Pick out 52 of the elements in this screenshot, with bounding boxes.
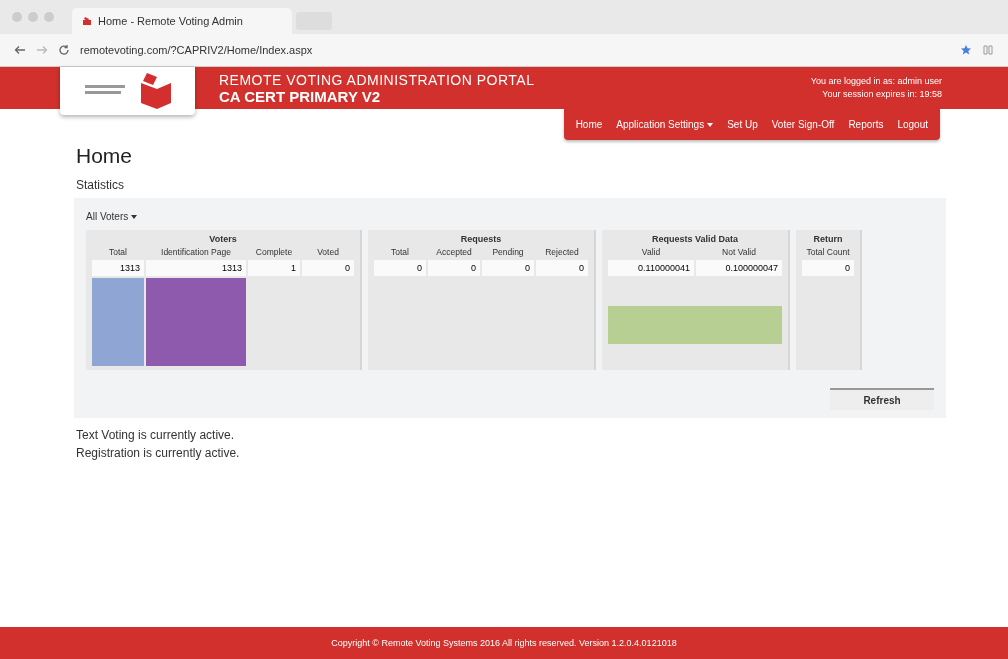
table-cell: 0	[482, 260, 534, 276]
group-header: Return	[812, 234, 844, 244]
table-cell: 0	[302, 260, 354, 276]
column-header: Total Count	[805, 247, 851, 257]
copyright-text: Copyright © Remote Voting Systems 2016 All rights reserved. Version 1.2.0.4.0121018	[331, 638, 677, 648]
reload-icon[interactable]	[58, 44, 70, 56]
column-header: Total	[108, 247, 128, 257]
ballot-box-icon	[82, 16, 92, 26]
caret-icon	[131, 215, 138, 220]
column-header: Voted	[316, 247, 340, 257]
filter-dropdown[interactable]: All Voters	[86, 211, 138, 222]
column-header: Valid	[640, 247, 662, 257]
column-header: Accepted	[435, 247, 473, 257]
column-header: Identification Page	[160, 247, 232, 257]
star-icon[interactable]	[960, 44, 972, 56]
election-name: CA CERT PRIMARY V2	[219, 87, 382, 105]
portal-title: REMOTE VOTING ADMINISTRATION PORTAL	[219, 71, 536, 88]
nav-link[interactable]: Home	[575, 119, 603, 130]
column-header: Not Valid	[721, 247, 757, 257]
nav-link[interactable]: Logout	[897, 119, 928, 130]
login-info: You are logged in as: admin user	[810, 75, 942, 88]
group-header: Requests	[459, 234, 503, 244]
table-cell: 0	[374, 260, 426, 276]
forward-icon[interactable]	[36, 45, 48, 55]
table-cell: 1313	[92, 260, 144, 276]
table-cell: 0.110000041	[608, 260, 694, 276]
group-header: Voters	[208, 234, 238, 244]
table-cell: 0	[536, 260, 588, 276]
status-message: Registration is currently active.	[76, 446, 241, 460]
nav-link[interactable]: Application Settings	[616, 119, 714, 130]
table-cell: 0	[428, 260, 480, 276]
page-title: Home	[76, 144, 134, 168]
table-cell: 0	[802, 260, 854, 276]
refresh-button[interactable]: Refresh	[830, 388, 934, 410]
section-title: Statistics	[76, 178, 125, 192]
nav-link[interactable]: Reports	[848, 119, 884, 130]
back-icon[interactable]	[14, 45, 26, 55]
table-cell: 1313	[146, 260, 246, 276]
logo-card[interactable]	[60, 67, 195, 115]
column-header: Pending	[491, 247, 525, 257]
status-message: Text Voting is currently active.	[76, 428, 236, 442]
column-header: Rejected	[544, 247, 580, 257]
extension-icon[interactable]	[982, 44, 994, 56]
column-header: Complete	[254, 247, 294, 257]
browser-tab[interactable]: Home - Remote Voting Admin	[72, 8, 292, 34]
session-info: Your session expires in: 19:58	[821, 88, 942, 101]
column-header: Total	[390, 247, 410, 257]
table-cell: 1	[248, 260, 300, 276]
table-cell: 0.100000047	[696, 260, 782, 276]
group-header: Requests Valid Data	[650, 234, 739, 244]
nav-link[interactable]: Set Up	[727, 119, 758, 130]
nav-link[interactable]: Voter Sign-Off	[771, 119, 835, 130]
